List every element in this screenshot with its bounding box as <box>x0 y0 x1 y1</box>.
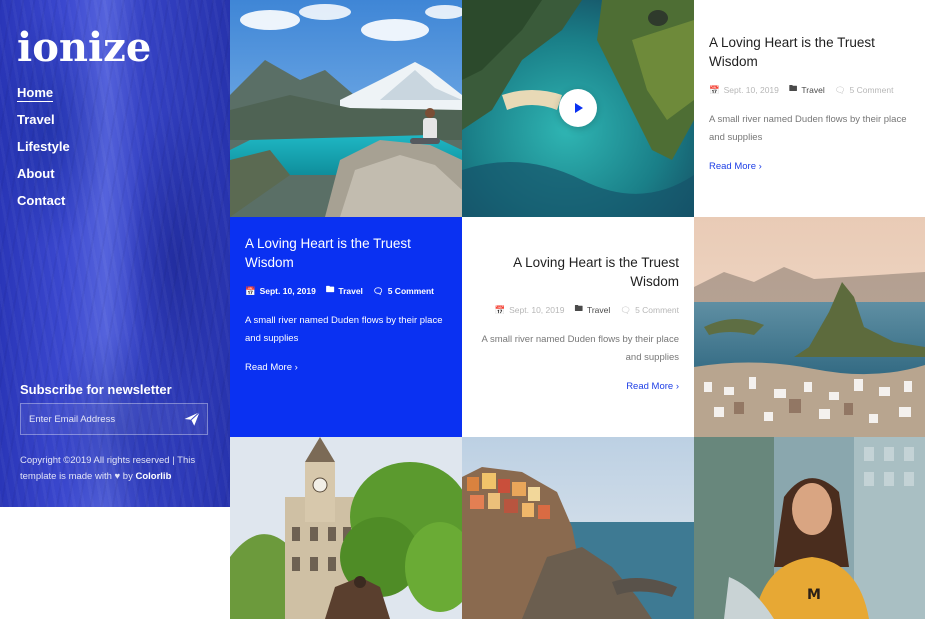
post-meta: 📅 Sept. 10, 2019 🖿 Travel 🗨 5 Comment <box>477 303 679 317</box>
comment-icon: 🗨 <box>620 304 632 315</box>
calendar-icon: 📅 <box>245 285 256 296</box>
photo-aerial-coast[interactable] <box>462 0 694 217</box>
post-comments[interactable]: 🗨 5 Comment <box>620 305 679 316</box>
post-excerpt: A small river named Duden flows by their… <box>481 334 679 363</box>
chevron-right-icon: › <box>758 161 762 172</box>
newsletter-title: Subscribe for newsletter <box>20 382 172 397</box>
read-more-link[interactable]: Read More › <box>709 161 762 172</box>
post-title[interactable]: A Loving Heart is the Truest Wisdom <box>477 253 679 291</box>
read-more-link[interactable]: Read More › <box>245 362 298 373</box>
paper-plane-icon[interactable] <box>183 410 201 428</box>
photo-cliff-village[interactable] <box>462 437 694 619</box>
main-nav: Home Travel Lifestyle About Contact <box>17 84 70 219</box>
post-comments-text[interactable]: 5 Comment <box>388 286 434 296</box>
folder-icon: 🖿 <box>325 284 335 294</box>
read-more-label[interactable]: Read More <box>245 362 292 373</box>
photo-clock-tower[interactable] <box>230 437 462 619</box>
copyright-text: Copyright ©2019 All rights reserved | Th… <box>20 453 215 485</box>
post-meta: 📅 Sept. 10, 2019 🖿 Travel 🗨 5 Comment <box>245 284 447 298</box>
photo-mountain-lake[interactable] <box>230 0 462 217</box>
newsletter-email-input[interactable] <box>21 404 181 434</box>
copyright-by: by <box>122 471 133 482</box>
post-comments-text[interactable]: 5 Comment <box>850 85 894 95</box>
post-date-text: Sept. 10, 2019 <box>723 85 779 95</box>
chevron-right-icon: › <box>294 362 298 373</box>
post-date: 📅 Sept. 10, 2019 <box>245 286 316 297</box>
post-comments[interactable]: 🗨 5 Comment <box>373 286 434 297</box>
photo-bay-city[interactable] <box>694 217 925 437</box>
nav-item-lifestyle[interactable]: Lifestyle <box>17 139 70 154</box>
comment-icon: 🗨 <box>834 84 846 95</box>
post-excerpt: A small river named Duden flows by their… <box>709 114 907 143</box>
comment-icon: 🗨 <box>372 285 384 296</box>
sidebar: ionize Home Travel Lifestyle About Conta… <box>0 0 230 507</box>
post-comments-text[interactable]: 5 Comment <box>635 305 679 315</box>
nav-item-about[interactable]: About <box>17 166 55 181</box>
post-category[interactable]: 🖿 Travel <box>574 303 610 317</box>
post-meta: 📅 Sept. 10, 2019 🖿 Travel 🗨 5 Comment <box>709 83 910 97</box>
post-card-1: A Loving Heart is the Truest Wisdom 📅 Se… <box>694 0 925 217</box>
post-category-text[interactable]: Travel <box>338 286 363 296</box>
post-date: 📅 Sept. 10, 2019 <box>495 305 565 316</box>
folder-icon: 🖿 <box>788 83 798 93</box>
post-category-text[interactable]: Travel <box>801 85 824 95</box>
read-more-label[interactable]: Read More <box>626 381 673 392</box>
calendar-icon: 📅 <box>709 84 720 95</box>
newsletter-form <box>20 403 208 435</box>
read-more-label[interactable]: Read More <box>709 161 756 172</box>
heart-icon: ♥ <box>114 471 121 482</box>
post-comments[interactable]: 🗨 5 Comment <box>835 85 894 96</box>
read-more-link[interactable]: Read More › <box>626 381 679 392</box>
post-category[interactable]: 🖿 Travel <box>326 284 363 298</box>
post-date-text: Sept. 10, 2019 <box>259 286 316 296</box>
folder-icon: 🖿 <box>574 303 583 313</box>
post-date-text: Sept. 10, 2019 <box>509 305 565 315</box>
site-logo[interactable]: ionize <box>17 24 151 71</box>
nav-item-travel[interactable]: Travel <box>17 112 55 127</box>
play-video-button[interactable] <box>559 89 597 127</box>
post-card-2: A Loving Heart is the Truest Wisdom 📅 Se… <box>230 217 462 437</box>
nav-item-contact[interactable]: Contact <box>17 193 65 208</box>
post-category[interactable]: 🖿 Travel <box>789 83 825 97</box>
credit-link[interactable]: Colorlib <box>135 471 171 482</box>
photo-portrait-woman[interactable]: M <box>694 437 925 619</box>
post-date: 📅 Sept. 10, 2019 <box>709 85 779 96</box>
post-title[interactable]: A Loving Heart is the Truest Wisdom <box>245 234 447 272</box>
calendar-icon: 📅 <box>494 304 506 315</box>
post-category-text[interactable]: Travel <box>587 305 610 315</box>
nav-item-home[interactable]: Home <box>17 85 54 102</box>
post-excerpt: A small river named Duden flows by their… <box>245 315 443 344</box>
chevron-right-icon: › <box>675 381 679 392</box>
post-card-3: A Loving Heart is the Truest Wisdom 📅 Se… <box>462 217 694 437</box>
svg-text:M: M <box>807 587 821 603</box>
post-title[interactable]: A Loving Heart is the Truest Wisdom <box>709 33 910 71</box>
